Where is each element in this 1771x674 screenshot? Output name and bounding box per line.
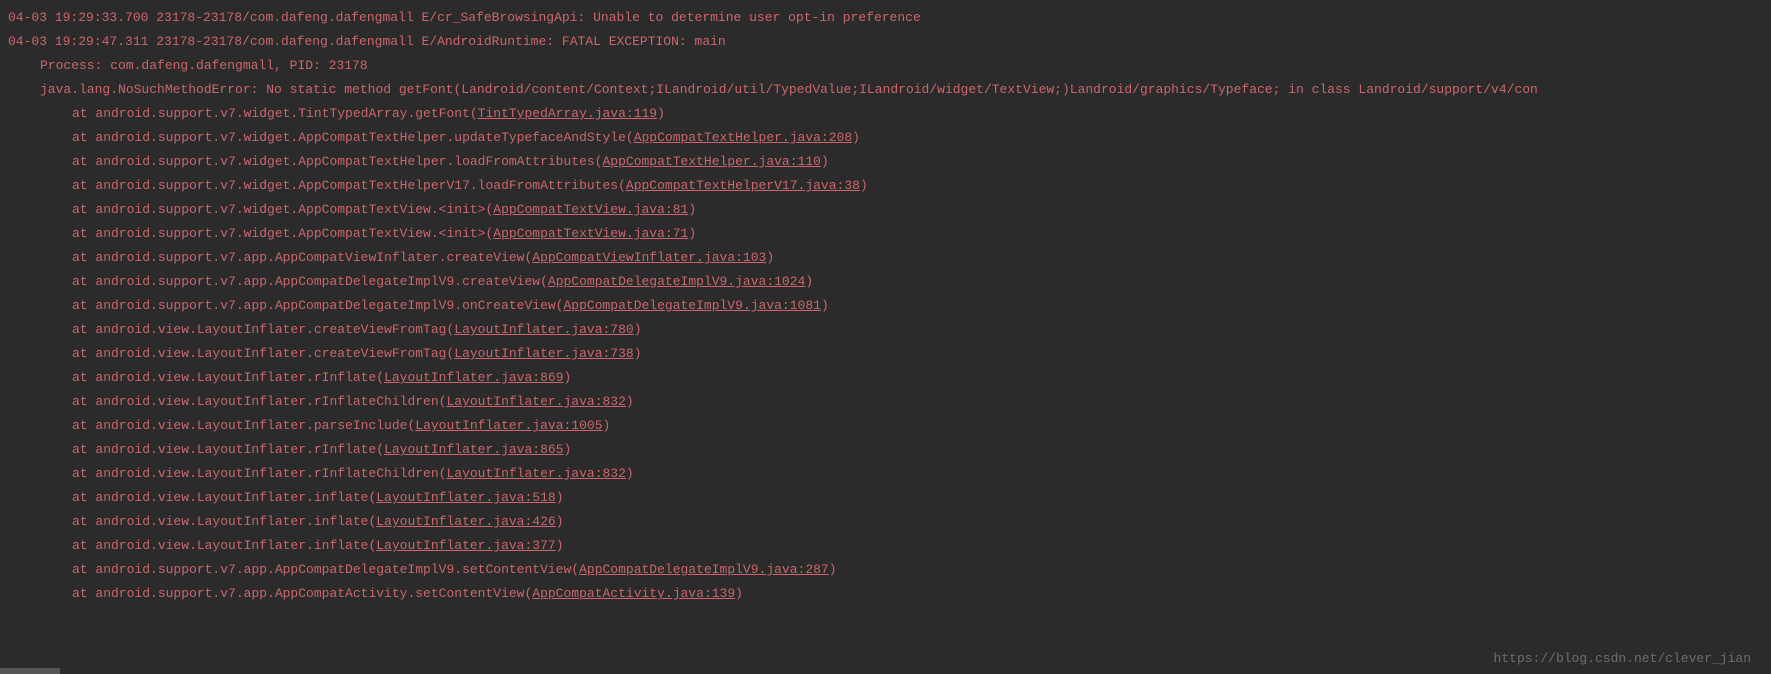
log-text: ) [688, 202, 696, 217]
log-text: at android.support.v7.widget.AppCompatTe… [72, 226, 493, 241]
log-text: ) [626, 394, 634, 409]
stacktrace-line: at android.view.LayoutInflater.rInflateC… [8, 462, 1763, 486]
stacktrace-line: at android.support.v7.widget.AppCompatTe… [8, 174, 1763, 198]
log-text: ) [657, 106, 665, 121]
source-link[interactable]: LayoutInflater.java:832 [446, 394, 625, 409]
source-link[interactable]: AppCompatDelegateImplV9.java:1081 [563, 298, 820, 313]
log-text: ) [564, 370, 572, 385]
source-link[interactable]: LayoutInflater.java:869 [384, 370, 563, 385]
log-line: 04-03 19:29:33.700 23178-23178/com.dafen… [8, 6, 1763, 30]
log-text: at android.view.LayoutInflater.createVie… [72, 322, 454, 337]
log-text: ) [556, 538, 564, 553]
log-text: ) [805, 274, 813, 289]
log-text: at android.support.v7.app.AppCompatActiv… [72, 586, 532, 601]
log-text: at android.view.LayoutInflater.rInflateC… [72, 394, 446, 409]
log-text: ) [688, 226, 696, 241]
stacktrace-line: at android.support.v7.app.AppCompatDeleg… [8, 558, 1763, 582]
log-text: at android.support.v7.widget.AppCompatTe… [72, 154, 603, 169]
stacktrace-line: at android.view.LayoutInflater.inflate(L… [8, 534, 1763, 558]
source-link[interactable]: AppCompatTextView.java:71 [493, 226, 688, 241]
log-text: ) [634, 346, 642, 361]
source-link[interactable]: AppCompatDelegateImplV9.java:1024 [548, 274, 805, 289]
source-link[interactable]: AppCompatTextHelper.java:110 [603, 154, 821, 169]
log-text: at android.support.v7.app.AppCompatDeleg… [72, 562, 579, 577]
stacktrace-line: at android.view.LayoutInflater.rInflate(… [8, 438, 1763, 462]
log-text: ) [564, 442, 572, 457]
stacktrace-line: at android.view.LayoutInflater.inflate(L… [8, 510, 1763, 534]
log-text: at android.support.v7.widget.AppCompatTe… [72, 178, 626, 193]
log-text: ) [735, 586, 743, 601]
log-text: at android.support.v7.app.AppCompatDeleg… [72, 298, 563, 313]
log-text: ) [626, 466, 634, 481]
source-link[interactable]: AppCompatTextHelperV17.java:38 [626, 178, 860, 193]
stacktrace-line: at android.support.v7.app.AppCompatViewI… [8, 246, 1763, 270]
source-link[interactable]: LayoutInflater.java:1005 [415, 418, 602, 433]
log-text: ) [603, 418, 611, 433]
log-text: at android.view.LayoutInflater.inflate( [72, 490, 376, 505]
source-link[interactable]: LayoutInflater.java:780 [454, 322, 633, 337]
log-text: at android.support.v7.app.AppCompatDeleg… [72, 274, 548, 289]
log-text: at android.view.LayoutInflater.rInflate( [72, 442, 384, 457]
stacktrace-line: at android.support.v7.widget.TintTypedAr… [8, 102, 1763, 126]
log-text: ) [634, 322, 642, 337]
source-link[interactable]: AppCompatTextView.java:81 [493, 202, 688, 217]
log-text: Process: com.dafeng.dafengmall, PID: 231… [40, 58, 368, 73]
log-text: java.lang.NoSuchMethodError: No static m… [40, 82, 1538, 97]
stacktrace-line: at android.support.v7.widget.AppCompatTe… [8, 150, 1763, 174]
logcat-panel[interactable]: 04-03 19:29:33.700 23178-23178/com.dafen… [0, 0, 1771, 612]
source-link[interactable]: AppCompatDelegateImplV9.java:287 [579, 562, 829, 577]
stacktrace-line: at android.view.LayoutInflater.createVie… [8, 318, 1763, 342]
log-line: java.lang.NoSuchMethodError: No static m… [8, 78, 1763, 102]
source-link[interactable]: TintTypedArray.java:119 [478, 106, 657, 121]
source-link[interactable]: AppCompatTextHelper.java:208 [634, 130, 852, 145]
log-text: ) [821, 298, 829, 313]
source-link[interactable]: AppCompatActivity.java:139 [532, 586, 735, 601]
log-text: 04-03 19:29:33.700 23178-23178/com.dafen… [8, 10, 921, 25]
stacktrace-line: at android.view.LayoutInflater.rInflateC… [8, 390, 1763, 414]
stacktrace-line: at android.view.LayoutInflater.createVie… [8, 342, 1763, 366]
log-text: at android.view.LayoutInflater.inflate( [72, 514, 376, 529]
stacktrace-line: at android.view.LayoutInflater.inflate(L… [8, 486, 1763, 510]
horizontal-scrollbar-thumb[interactable] [0, 668, 60, 674]
log-line: Process: com.dafeng.dafengmall, PID: 231… [8, 54, 1763, 78]
log-text: ) [852, 130, 860, 145]
log-text: ) [829, 562, 837, 577]
log-line: 04-03 19:29:47.311 23178-23178/com.dafen… [8, 30, 1763, 54]
log-text: 04-03 19:29:47.311 23178-23178/com.dafen… [8, 34, 726, 49]
log-text: at android.support.v7.widget.AppCompatTe… [72, 202, 493, 217]
log-text: at android.support.v7.widget.TintTypedAr… [72, 106, 478, 121]
stacktrace-line: at android.support.v7.app.AppCompatActiv… [8, 582, 1763, 606]
log-text: at android.view.LayoutInflater.rInflate( [72, 370, 384, 385]
log-text: at android.view.LayoutInflater.rInflateC… [72, 466, 446, 481]
log-text: ) [821, 154, 829, 169]
source-link[interactable]: LayoutInflater.java:426 [376, 514, 555, 529]
source-link[interactable]: LayoutInflater.java:518 [376, 490, 555, 505]
log-text: ) [556, 490, 564, 505]
source-link[interactable]: LayoutInflater.java:377 [376, 538, 555, 553]
source-link[interactable]: AppCompatViewInflater.java:103 [532, 250, 766, 265]
watermark-text: https://blog.csdn.net/clever_jian [1494, 651, 1751, 666]
source-link[interactable]: LayoutInflater.java:738 [454, 346, 633, 361]
log-text: at android.view.LayoutInflater.inflate( [72, 538, 376, 553]
stacktrace-line: at android.support.v7.app.AppCompatDeleg… [8, 294, 1763, 318]
log-text: ) [766, 250, 774, 265]
log-text: at android.support.v7.app.AppCompatViewI… [72, 250, 532, 265]
log-text: at android.view.LayoutInflater.parseIncl… [72, 418, 415, 433]
stacktrace-line: at android.view.LayoutInflater.rInflate(… [8, 366, 1763, 390]
log-text: at android.view.LayoutInflater.createVie… [72, 346, 454, 361]
stacktrace-line: at android.view.LayoutInflater.parseIncl… [8, 414, 1763, 438]
log-text: ) [556, 514, 564, 529]
stacktrace-line: at android.support.v7.widget.AppCompatTe… [8, 126, 1763, 150]
stacktrace-line: at android.support.v7.widget.AppCompatTe… [8, 198, 1763, 222]
stacktrace-line: at android.support.v7.app.AppCompatDeleg… [8, 270, 1763, 294]
source-link[interactable]: LayoutInflater.java:865 [384, 442, 563, 457]
log-text: ) [860, 178, 868, 193]
source-link[interactable]: LayoutInflater.java:832 [446, 466, 625, 481]
log-text: at android.support.v7.widget.AppCompatTe… [72, 130, 634, 145]
stacktrace-line: at android.support.v7.widget.AppCompatTe… [8, 222, 1763, 246]
